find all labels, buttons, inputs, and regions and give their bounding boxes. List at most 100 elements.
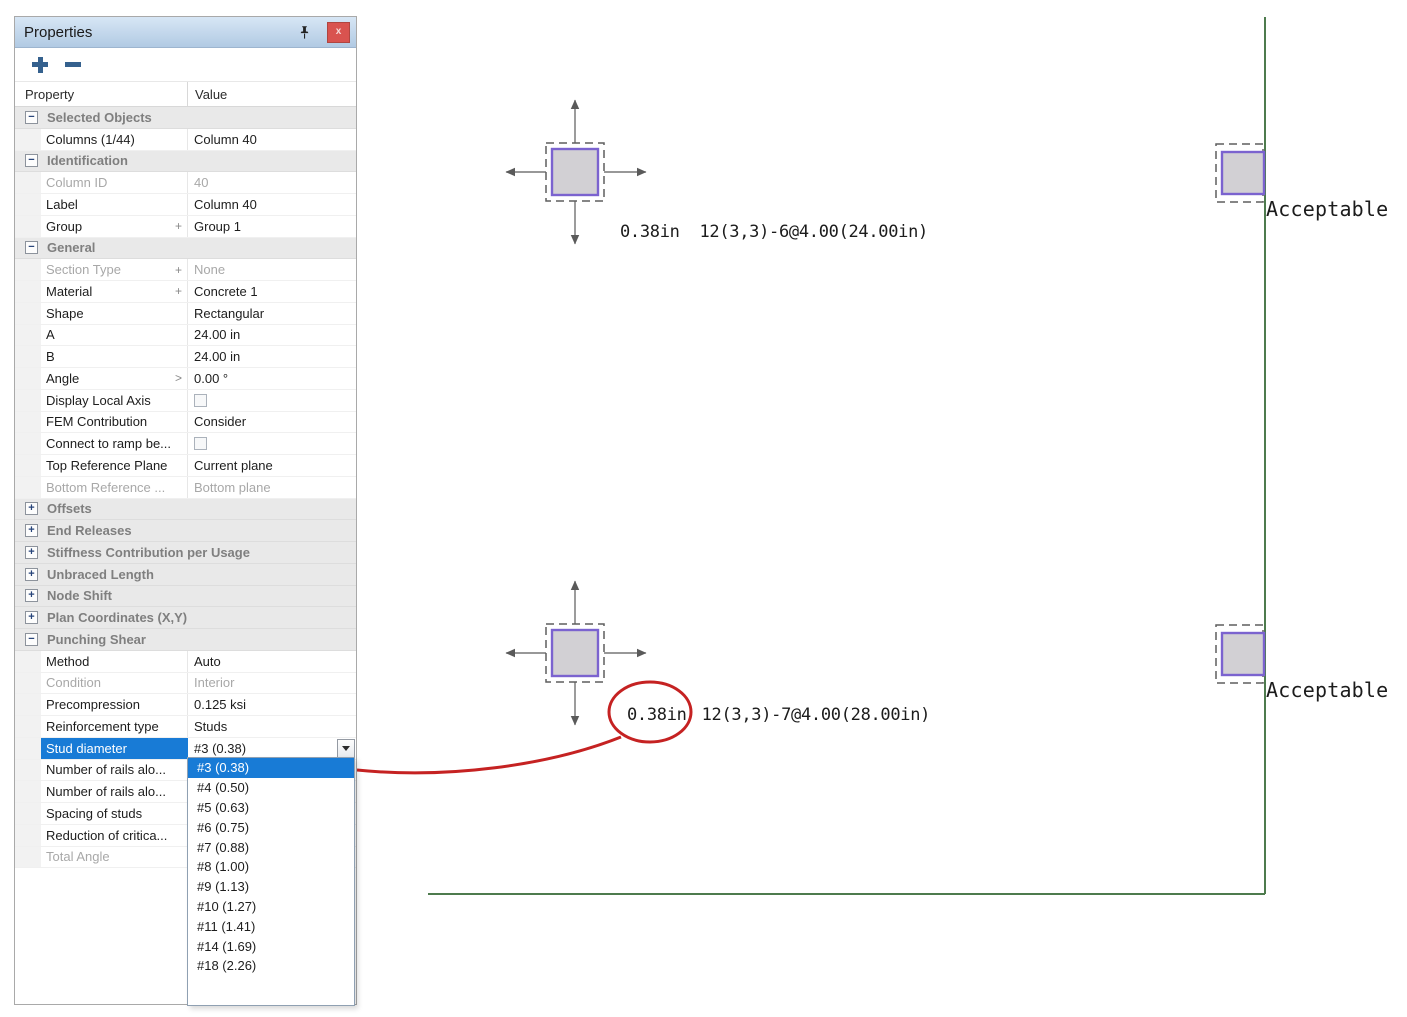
group-row[interactable]: + Offsets <box>15 499 356 521</box>
dropdown-item[interactable]: #5 (0.63) <box>188 798 354 818</box>
property-label-cell[interactable]: B <box>41 346 188 367</box>
expand-toggle-icon[interactable]: + <box>25 546 38 559</box>
property-value-cell[interactable]: Interior <box>188 673 356 694</box>
property-value-cell[interactable]: 40 <box>188 172 356 193</box>
stud-diameter-dropdown-list[interactable]: #3 (0.38) #4 (0.50) #5 (0.63) #6 (0.75) … <box>187 757 355 1006</box>
dropdown-button[interactable] <box>337 739 355 758</box>
group-row[interactable]: + Stiffness Contribution per Usage <box>15 542 356 564</box>
dropdown-item[interactable]: #7 (0.88) <box>188 837 354 857</box>
edge-column-symbol-bottom[interactable] <box>1216 625 1264 683</box>
dropdown-item[interactable]: #6 (0.75) <box>188 817 354 837</box>
property-label-cell[interactable]: Condition <box>41 673 188 694</box>
property-label-cell[interactable]: Angle > <box>41 368 188 389</box>
property-label-cell[interactable]: A <box>41 325 188 346</box>
property-label-cell[interactable]: Column ID <box>41 172 188 193</box>
expand-toggle-icon[interactable]: − <box>25 111 38 124</box>
dropdown-item[interactable]: #10 (1.27) <box>188 897 354 917</box>
group-row[interactable]: − General <box>15 238 356 260</box>
property-label-cell[interactable]: Spacing of studs <box>41 803 188 824</box>
dropdown-item[interactable]: #18 (2.26) <box>188 956 354 976</box>
property-value-cell[interactable]: #3 (0.38) <box>188 738 356 759</box>
property-value-cell[interactable]: Column 40 <box>188 194 356 215</box>
property-value-cell[interactable]: Rectangular <box>188 303 356 324</box>
property-label-cell[interactable]: Precompression <box>41 694 188 715</box>
expand-toggle-icon[interactable]: + <box>25 568 38 581</box>
expand-toggle-icon[interactable]: + <box>25 524 38 537</box>
property-row[interactable]: Columns (1/44) Column 40 <box>15 129 356 151</box>
property-label-cell[interactable]: Columns (1/44) <box>41 129 188 150</box>
property-label-cell[interactable]: Method <box>41 651 188 672</box>
property-row[interactable]: Bottom Reference ... Bottom plane <box>15 477 356 499</box>
property-label-cell[interactable]: Group + <box>41 216 188 237</box>
dropdown-item[interactable]: #4 (0.50) <box>188 778 354 798</box>
property-label-cell[interactable]: Material + <box>41 281 188 302</box>
property-row[interactable]: Group + Group 1 <box>15 216 356 238</box>
property-value-cell[interactable]: Current plane <box>188 455 356 476</box>
property-row[interactable]: B 24.00 in <box>15 346 356 368</box>
property-value-cell[interactable]: 24.00 in <box>188 346 356 367</box>
property-row[interactable]: FEM Contribution Consider <box>15 412 356 434</box>
property-row[interactable]: Connect to ramp be... <box>15 433 356 455</box>
property-row[interactable]: Top Reference Plane Current plane <box>15 455 356 477</box>
property-value-cell[interactable]: Group 1 <box>188 216 356 237</box>
property-value-cell[interactable]: Auto <box>188 651 356 672</box>
property-value-cell[interactable]: Concrete 1 <box>188 281 356 302</box>
edge-column-symbol-top[interactable] <box>1216 144 1264 202</box>
property-label-cell[interactable]: Top Reference Plane <box>41 455 188 476</box>
property-row[interactable]: Display Local Axis <box>15 390 356 412</box>
dropdown-item[interactable]: #14 (1.69) <box>188 936 354 956</box>
expand-toggle-icon[interactable]: + <box>25 589 38 602</box>
group-row[interactable]: + Node Shift <box>15 586 356 608</box>
property-label-cell[interactable]: Total Angle <box>41 847 188 868</box>
property-row[interactable]: Method Auto <box>15 651 356 673</box>
property-row[interactable]: Material + Concrete 1 <box>15 281 356 303</box>
remove-property-button[interactable] <box>63 55 83 75</box>
property-label-cell[interactable]: Label <box>41 194 188 215</box>
property-label-cell[interactable]: FEM Contribution <box>41 412 188 433</box>
close-button[interactable]: x <box>327 22 350 43</box>
property-label-cell[interactable]: Display Local Axis <box>41 390 188 411</box>
expand-toggle-icon[interactable]: + <box>25 611 38 624</box>
property-value-cell[interactable]: 0.125 ksi <box>188 694 356 715</box>
property-label-cell[interactable]: Shape <box>41 303 188 324</box>
property-label-cell[interactable]: Number of rails alo... <box>41 781 188 802</box>
property-label-cell[interactable]: Stud diameter <box>41 738 188 759</box>
group-row[interactable]: + Plan Coordinates (X,Y) <box>15 607 356 629</box>
property-value-cell[interactable]: Consider <box>188 412 356 433</box>
property-value-cell[interactable]: 24.00 in <box>188 325 356 346</box>
dropdown-item[interactable]: #3 (0.38) <box>188 758 354 778</box>
property-value-cell[interactable]: 0.00 ° <box>188 368 356 389</box>
property-value-cell[interactable]: Bottom plane <box>188 477 356 498</box>
group-row[interactable]: − Selected Objects <box>15 107 356 129</box>
property-label-cell[interactable]: Number of rails alo... <box>41 760 188 781</box>
property-row[interactable]: Angle > 0.00 ° <box>15 368 356 390</box>
expand-toggle-icon[interactable]: − <box>25 241 38 254</box>
property-label-cell[interactable]: Bottom Reference ... <box>41 477 188 498</box>
property-value-cell[interactable]: Column 40 <box>188 129 356 150</box>
group-row[interactable]: + Unbraced Length <box>15 564 356 586</box>
property-row[interactable]: Reinforcement type Studs <box>15 716 356 738</box>
dropdown-item[interactable]: #11 (1.41) <box>188 916 354 936</box>
group-row[interactable]: − Punching Shear <box>15 629 356 651</box>
property-value-cell[interactable] <box>188 433 356 454</box>
value-checkbox[interactable] <box>194 394 207 407</box>
property-row[interactable]: Section Type + None <box>15 259 356 281</box>
property-label-cell[interactable]: Reinforcement type <box>41 716 188 737</box>
property-row[interactable]: Condition Interior <box>15 673 356 695</box>
property-label-cell[interactable]: Connect to ramp be... <box>41 433 188 454</box>
property-value-cell[interactable]: Studs <box>188 716 356 737</box>
property-row[interactable]: Shape Rectangular <box>15 303 356 325</box>
expand-toggle-icon[interactable]: − <box>25 154 38 167</box>
property-row[interactable]: Column ID 40 <box>15 172 356 194</box>
property-row[interactable]: Precompression 0.125 ksi <box>15 694 356 716</box>
property-row[interactable]: A 24.00 in <box>15 325 356 347</box>
property-label-cell[interactable]: Section Type + <box>41 259 188 280</box>
property-label-cell[interactable]: Reduction of critica... <box>41 825 188 846</box>
dropdown-item[interactable]: #9 (1.13) <box>188 877 354 897</box>
group-row[interactable]: + End Releases <box>15 520 356 542</box>
column-symbol-bottom[interactable] <box>506 581 646 725</box>
expand-toggle-icon[interactable]: − <box>25 633 38 646</box>
expand-toggle-icon[interactable]: + <box>25 502 38 515</box>
property-value-cell[interactable] <box>188 390 356 411</box>
property-row[interactable]: Label Column 40 <box>15 194 356 216</box>
